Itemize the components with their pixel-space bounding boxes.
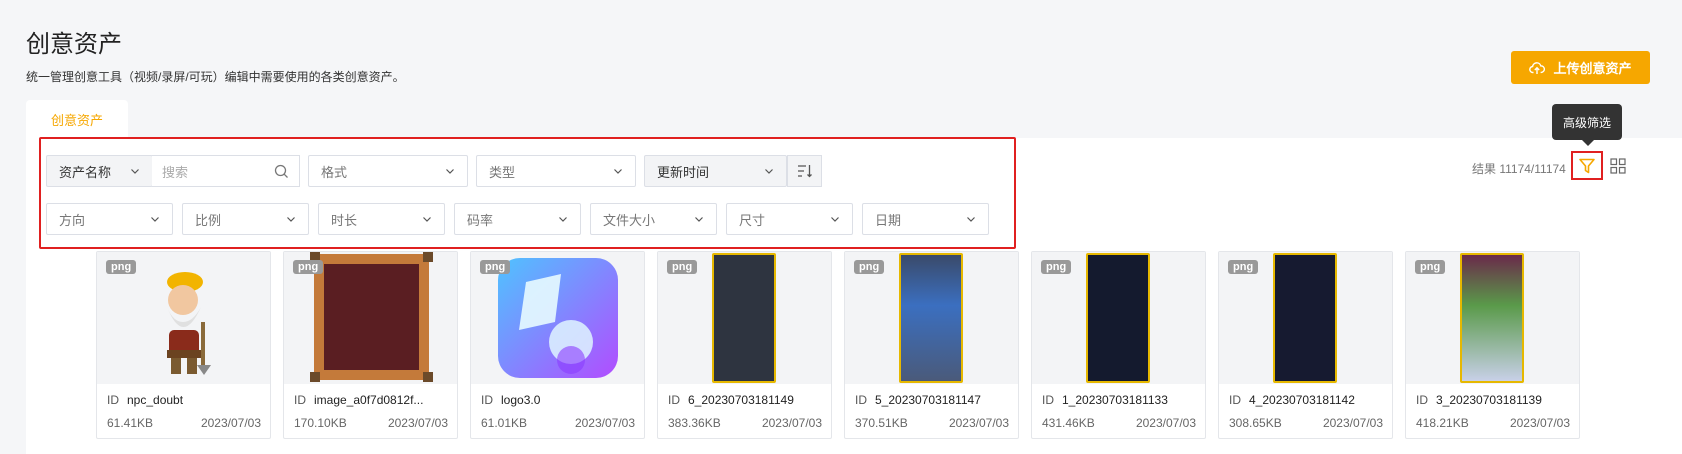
asset-page: 创意资产 统一管理创意工具（视频/录屏/可玩）编辑中需要使用的各类创意资产。 上… (0, 0, 1682, 454)
asset-date: 2023/07/03 (200, 416, 261, 430)
asset-name: image_a0f7d0812f... (314, 393, 424, 407)
asset-name: 3_20230703181139 (1436, 393, 1542, 407)
advanced-filter-button[interactable] (1571, 151, 1603, 180)
game-screenshot-image (1460, 253, 1524, 383)
asset-name: logo3.0 (501, 393, 541, 407)
asset-date: 2023/07/03 (1509, 416, 1570, 430)
filter-funnel-icon (1579, 158, 1595, 173)
asset-card[interactable]: png ID image_a0f7d0812f... 170.10KB 2023… (283, 251, 458, 439)
id-label: ID (294, 393, 306, 407)
asset-date: 2023/07/03 (387, 416, 448, 430)
format-badge: png (667, 260, 698, 274)
asset-name: 1_20230703181133 (1062, 393, 1168, 407)
asset-name: npc_doubt (127, 393, 184, 407)
asset-card[interactable]: png ID 1_20230703181133 431.46KB 2023/07… (1031, 251, 1206, 439)
page-title: 创意资产 (26, 31, 122, 58)
cloud-upload-icon (1529, 61, 1546, 74)
asset-size: 308.65KB (1229, 416, 1282, 430)
format-badge: png (293, 260, 324, 274)
asset-date: 2023/07/03 (761, 416, 822, 430)
format-badge: png (106, 260, 137, 274)
asset-size: 383.36KB (668, 416, 721, 430)
asset-card[interactable]: png ID 4_20230703181142 308.65KB 2023/07… (1218, 251, 1393, 439)
id-label: ID (481, 393, 493, 407)
asset-card[interactable]: png ID 3_20230703181139 418.21KB 2023/07… (1405, 251, 1580, 439)
page-description: 统一管理创意工具（视频/录屏/可玩）编辑中需要使用的各类创意资产。 (26, 70, 405, 84)
id-label: ID (1042, 393, 1054, 407)
format-badge: png (480, 260, 511, 274)
game-screenshot-image (712, 253, 776, 383)
asset-name-row: ID 5_20230703181147 (855, 393, 981, 407)
asset-size: 61.41KB (107, 416, 154, 430)
asset-name-row: ID 3_20230703181139 (1416, 393, 1542, 407)
grid-view-icon[interactable] (1610, 158, 1626, 174)
asset-name-row: ID 6_20230703181149 (668, 393, 794, 407)
asset-size: 61.01KB (481, 416, 528, 430)
game-screenshot-image (1273, 253, 1337, 383)
asset-card[interactable]: png ID npc_doubt 61.41KB 2023/07/03 (96, 251, 271, 439)
result-count: 结果 11174/11174 (1472, 162, 1566, 176)
id-label: ID (1229, 393, 1241, 407)
asset-date: 2023/07/03 (1322, 416, 1383, 430)
format-badge: png (854, 260, 885, 274)
upload-asset-button[interactable]: 上传创意资产 (1511, 51, 1650, 84)
asset-card[interactable]: png ID 6_20230703181149 383.36KB 2023/07… (657, 251, 832, 439)
upload-asset-label: 上传创意资产 (1553, 61, 1632, 76)
asset-size: 370.51KB (855, 416, 908, 430)
asset-date: 2023/07/03 (948, 416, 1009, 430)
id-label: ID (668, 393, 680, 407)
asset-name: 5_20230703181147 (875, 393, 981, 407)
asset-size: 170.10KB (294, 416, 347, 430)
id-label: ID (107, 393, 119, 407)
asset-name-row: ID logo3.0 (481, 393, 540, 407)
asset-date: 2023/07/03 (574, 416, 635, 430)
id-label: ID (855, 393, 867, 407)
advanced-filter-tooltip: 高级筛选 (1552, 104, 1622, 146)
format-badge: png (1415, 260, 1446, 274)
asset-card[interactable]: png ID 5_20230703181147 370.51KB 2023/07… (844, 251, 1019, 439)
game-screenshot-image (1086, 253, 1150, 383)
asset-name-row: ID npc_doubt (107, 393, 183, 407)
id-label: ID (1416, 393, 1428, 407)
game-screenshot-image (899, 253, 963, 383)
asset-size: 431.46KB (1042, 416, 1095, 430)
tab-creative-assets[interactable]: 创意资产 (26, 100, 128, 138)
filter-highlight-box (39, 137, 1016, 249)
asset-name: 6_20230703181149 (688, 393, 794, 407)
format-badge: png (1228, 260, 1259, 274)
asset-name-row: ID image_a0f7d0812f... (294, 393, 423, 407)
asset-date: 2023/07/03 (1135, 416, 1196, 430)
format-badge: png (1041, 260, 1072, 274)
asset-name: 4_20230703181142 (1249, 393, 1355, 407)
asset-name-row: ID 1_20230703181133 (1042, 393, 1168, 407)
asset-size: 418.21KB (1416, 416, 1469, 430)
asset-name-row: ID 4_20230703181142 (1229, 393, 1355, 407)
asset-card[interactable]: png ID logo3.0 61.01KB 2023/07/03 (470, 251, 645, 439)
